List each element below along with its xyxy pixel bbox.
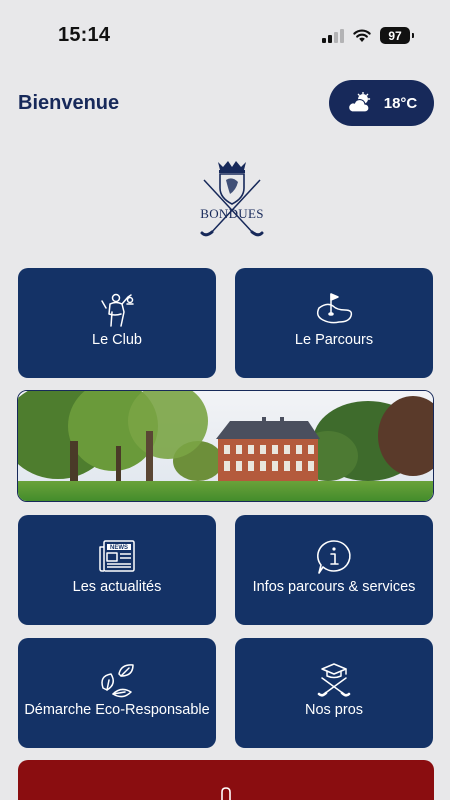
- status-time: 15:14: [58, 24, 111, 46]
- tile-label: Le Parcours: [294, 332, 374, 348]
- tile-red-partial[interactable]: [18, 760, 434, 800]
- tile-les-actualites[interactable]: NEWS Les actualités: [18, 515, 216, 625]
- status-bar: 15:14 97: [0, 0, 450, 72]
- tile-label: Nos pros: [304, 702, 364, 718]
- cloud-sun-icon: [347, 92, 370, 113]
- status-icons: 97: [322, 27, 414, 44]
- tile-demarche-eco-responsable[interactable]: Démarche Eco-Responsable: [18, 638, 216, 748]
- battery-icon: 97: [380, 27, 414, 44]
- tile-label: Infos parcours & services: [252, 579, 416, 595]
- tile-label: Le Club: [92, 332, 142, 348]
- leaves-icon: [101, 664, 134, 698]
- tile-label: Les actualités: [72, 579, 162, 595]
- tile-infos-parcours-services[interactable]: Infos parcours & services: [235, 515, 433, 625]
- chateau-golf-course-photo: [17, 390, 434, 502]
- battery-level: 97: [388, 28, 402, 43]
- crest-icon: [200, 161, 264, 237]
- info-bubble-icon: [317, 540, 351, 574]
- page-title: Bienvenue: [18, 92, 120, 114]
- tile-le-club[interactable]: Le Club: [18, 268, 216, 378]
- graduation-clubs-icon: [317, 663, 351, 697]
- tile-nos-pros[interactable]: Nos pros: [235, 638, 433, 748]
- golfer-icon: [101, 293, 134, 327]
- weather-widget[interactable]: 18°C: [329, 80, 434, 126]
- tile-le-parcours[interactable]: Le Parcours: [235, 268, 433, 378]
- logo-text: BONDUES: [200, 206, 264, 221]
- tile-icon-partial: [221, 787, 231, 800]
- club-logo: BONDUES: [196, 158, 268, 240]
- svg-text:NEWS: NEWS: [110, 545, 128, 551]
- golf-green-flag-icon: [316, 293, 353, 324]
- cellular-signal-icon: [322, 28, 344, 43]
- tile-label: Démarche Eco-Responsable: [24, 702, 210, 718]
- weather-temperature: 18°C: [383, 94, 418, 112]
- wifi-icon: [353, 29, 371, 42]
- news-icon: NEWS: [99, 540, 135, 572]
